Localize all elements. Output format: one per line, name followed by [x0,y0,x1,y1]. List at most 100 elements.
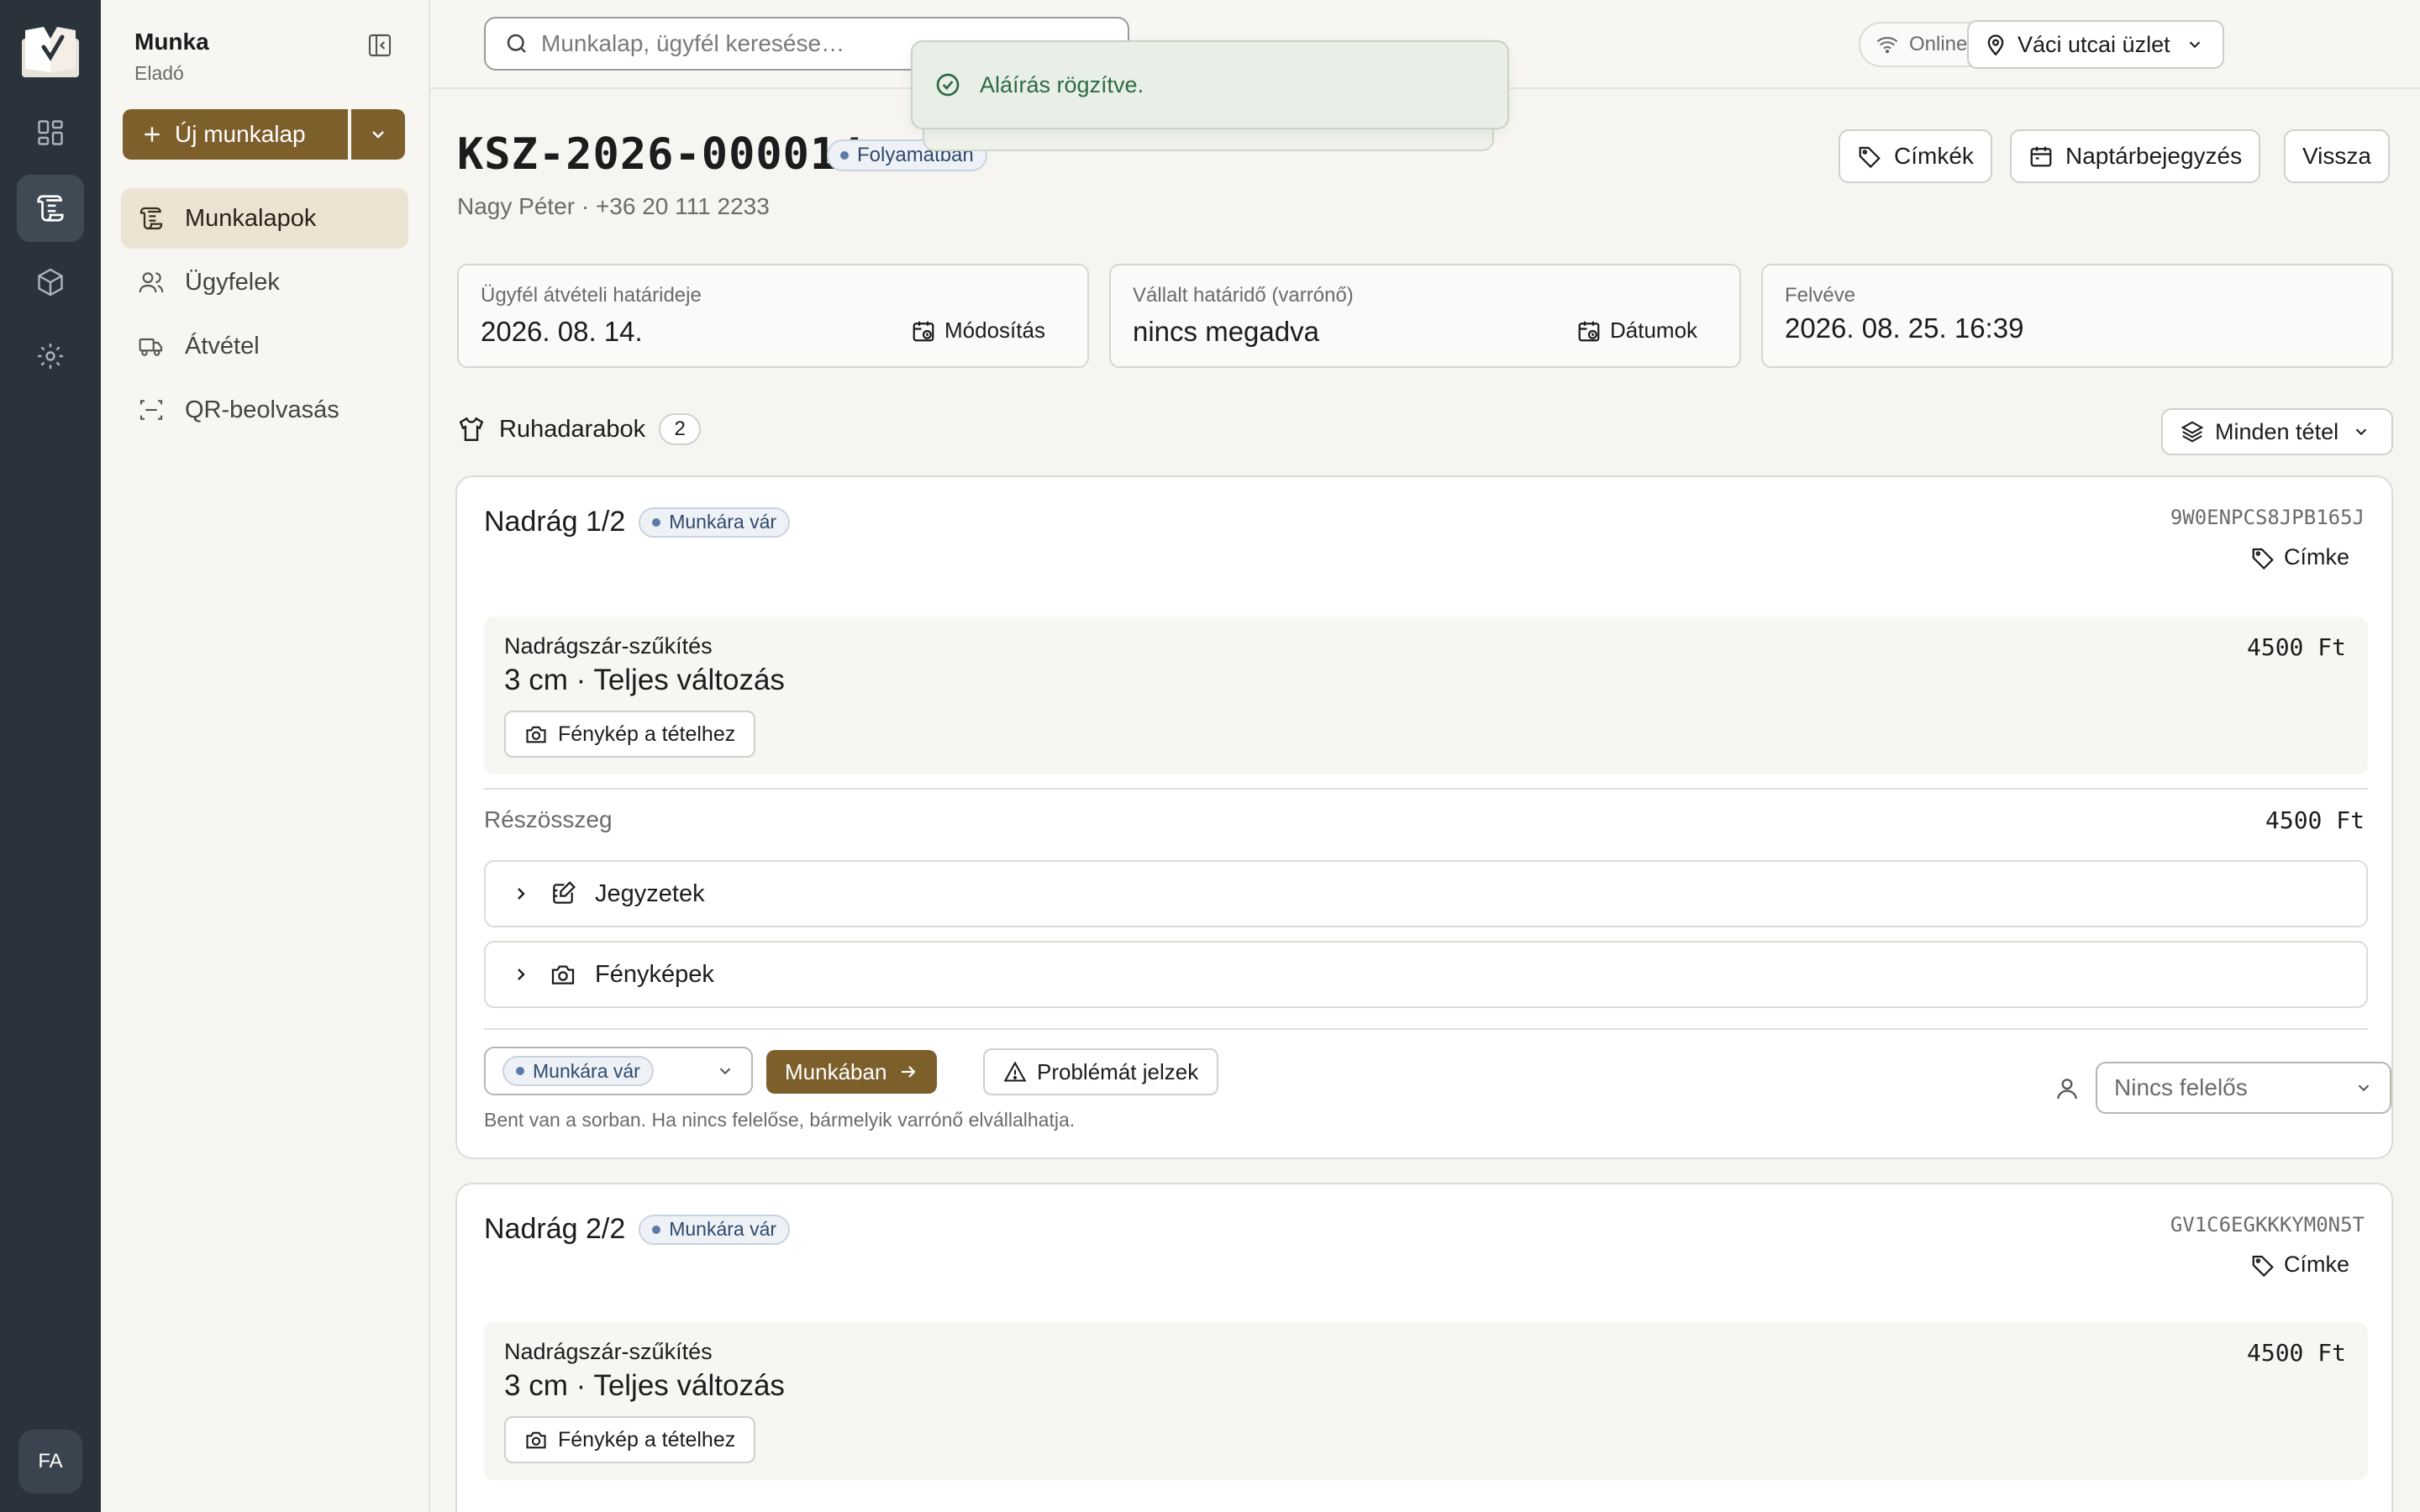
status-dot [652,517,661,527]
arrow-right-icon [902,1066,916,1078]
owner-select-value: Nincs felelős [2114,1074,2248,1100]
seamstress-deadline-card: Vállalt határidő (varrónő) nincs megadva… [1109,264,1741,368]
garment-title: Nadrág 2/2 [484,1213,626,1245]
chevron-right-icon [518,969,525,980]
garment-status-label: Munkára vár [669,1218,777,1240]
tag-icon [1859,146,1881,169]
chevron-down-icon [719,1068,731,1075]
sidebar-item-customers[interactable]: Ügyfelek [121,252,408,312]
add-photo-button[interactable]: Fénykép a tételhez [504,1416,756,1463]
photos-accordion[interactable]: Fényképek [484,941,2368,1008]
garment-status-label: Munkára vár [669,511,777,533]
service-row: Nadrágszár-szűkítés 3 cm · Teljes változ… [484,1322,2368,1480]
toast-notification[interactable]: Aláírás rögzítve. [911,40,1509,129]
owner-select[interactable]: Nincs felelős [2096,1062,2391,1114]
chevron-down-icon [2355,428,2367,436]
tag-icon [2252,548,2274,570]
service-name: Nadrágszár-szűkítés [504,633,713,659]
sidebar-item-label: QR-beolvasás [185,396,339,423]
modify-deadline-button[interactable]: Módosítás [911,318,1045,344]
garment-card: Nadrág 1/2 Munkára vár 9W0ENPCS8JPB165J … [455,475,2393,1159]
garment-tag-label: Címke [2283,1252,2349,1277]
sidebar-title: Munka [134,29,209,55]
garment-tag-button[interactable]: Címke [2250,1252,2349,1278]
notes-accordion[interactable]: Jegyzetek [484,860,2368,927]
tags-button[interactable]: Címkék [1839,129,1992,183]
item-filter-select[interactable]: Minden tétel [2161,408,2393,455]
dates-button-label: Dátumok [1610,318,1698,343]
camera-icon [551,965,575,984]
new-worksheet-dropdown[interactable] [351,109,405,160]
seamstress-deadline-value: nincs megadva [1133,316,1319,347]
report-problem-label: Problémát jelzek [1037,1058,1199,1084]
logo-icon[interactable] [18,22,82,81]
garment-card: Nadrág 2/2 Munkára vár GV1C6EGKKKYM0N5T … [455,1183,2393,1512]
check-circle-icon [936,73,960,97]
notes-label: Jegyzetek [595,879,705,907]
garments-count: 2 [659,413,702,445]
calendar-entry-button[interactable]: Naptárbejegyzés [2010,129,2261,183]
chevron-down-icon [2189,41,2200,49]
notes-icon [553,881,576,904]
new-worksheet-label: Új munkalap [175,121,306,147]
sidebar: Munka Eladó Új munkalap Munkalapok Ügyfe… [101,0,430,1512]
selected-status-label: Munkára vár [533,1059,640,1082]
toast-message: Aláírás rögzítve. [980,71,1144,97]
divider [484,1028,2368,1030]
plus-icon [145,127,160,142]
seamstress-deadline-label: Vállalt határidő (varrónő) [1133,284,1354,307]
chevron-right-icon [518,888,525,900]
store-selector[interactable]: Váci utcai üzlet [1967,20,2224,69]
garment-tag-button[interactable]: Címke [2250,544,2349,570]
sidebar-item-label: Átvétel [185,332,260,360]
chevron-down-icon [2358,1084,2370,1092]
status-select[interactable]: Munkára vár [484,1047,753,1095]
app-rail: FA [0,0,101,1512]
status-hint: Bent van a sorban. Ha nincs felelőse, bá… [484,1109,1076,1131]
wifi-icon [1876,36,1898,54]
new-worksheet-button[interactable]: Új munkalap [123,109,348,160]
map-pin-icon [1987,34,2004,56]
dates-button[interactable]: Dátumok [1576,318,1697,344]
status-dot [652,1225,661,1234]
garment-title: Nadrág 1/2 [484,506,626,538]
start-work-button[interactable]: Munkában [766,1050,938,1094]
user-icon [2054,1075,2081,1102]
sidebar-item-qr-scan[interactable]: QR-beolvasás [121,380,408,440]
garment-status-badge: Munkára vár [639,1214,791,1245]
add-photo-button[interactable]: Fénykép a tételhez [504,711,756,758]
service-detail: 3 cm · Teljes változás [504,664,785,696]
back-button[interactable]: Vissza [2284,129,2390,183]
box-icon[interactable] [17,249,84,316]
report-problem-button[interactable]: Problémát jelzek [983,1048,1219,1095]
garment-tag-label: Címke [2283,544,2349,570]
scan-icon [134,396,168,423]
avatar[interactable]: FA [18,1430,82,1494]
tags-button-label: Címkék [1894,143,1974,169]
page-title: KSZ-2026-000014 [457,129,865,180]
service-row: Nadrágszár-szűkítés 3 cm · Teljes változ… [484,617,2368,774]
pickup-deadline-label: Ügyfél átvételi határideje [481,284,702,307]
worksheets-icon[interactable] [17,175,84,242]
calendar-clock-icon [913,321,934,341]
search-icon [507,34,526,53]
chevron-down-icon [372,131,384,139]
settings-icon[interactable] [17,323,84,390]
item-filter-label: Minden tétel [2215,418,2339,444]
calendar-clock-icon [1578,321,1600,341]
garments-header: Ruhadarabok 2 [457,413,702,445]
service-price: 4500 Ft [2246,1339,2346,1367]
dashboard-icon[interactable] [17,99,84,166]
subtotal-value: 4500 Ft [2265,806,2365,834]
photos-label: Fényképek [595,960,714,988]
service-detail: 3 cm · Teljes változás [504,1369,785,1402]
sidebar-item-worksheets[interactable]: Munkalapok [121,188,408,249]
received-card: Felvéve 2026. 08. 25. 16:39 [1761,264,2393,368]
status-dot [516,1067,524,1075]
sidebar-item-intake[interactable]: Átvétel [121,316,408,376]
customer-line: Nagy Péter · +36 20 111 2233 [457,193,770,219]
collapse-sidebar-icon[interactable] [366,32,393,59]
received-label: Felvéve [1785,284,1856,307]
add-photo-label: Fénykép a tételhez [558,722,736,746]
modify-deadline-label: Módosítás [944,318,1045,343]
